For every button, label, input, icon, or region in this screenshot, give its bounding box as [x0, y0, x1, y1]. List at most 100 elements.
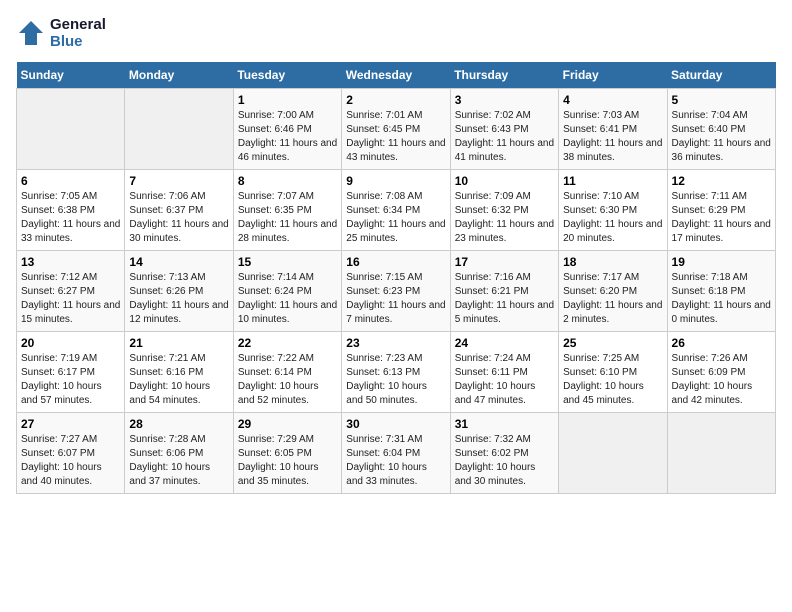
day-info: Sunrise: 7:22 AMSunset: 6:14 PMDaylight:…: [238, 352, 337, 408]
calendar-cell: 13 Sunrise: 7:12 AMSunset: 6:27 PMDayligh…: [17, 251, 125, 332]
calendar-cell: 2 Sunrise: 7:01 AMSunset: 6:45 PMDaylight…: [342, 89, 450, 170]
day-info: Sunrise: 7:07 AMSunset: 6:35 PMDaylight:…: [238, 190, 337, 246]
day-number: 15: [238, 255, 337, 269]
calendar-cell: 31 Sunrise: 7:32 AMSunset: 6:02 PMDayligh…: [450, 413, 558, 494]
day-info: Sunrise: 7:04 AMSunset: 6:40 PMDaylight:…: [672, 109, 771, 165]
day-number: 3: [455, 93, 554, 107]
calendar-table: SundayMondayTuesdayWednesdayThursdayFrid…: [16, 62, 776, 494]
day-info: Sunrise: 7:27 AMSunset: 6:07 PMDaylight:…: [21, 433, 120, 489]
day-info: Sunrise: 7:03 AMSunset: 6:41 PMDaylight:…: [563, 109, 662, 165]
calendar-cell: 18 Sunrise: 7:17 AMSunset: 6:20 PMDayligh…: [559, 251, 667, 332]
calendar-cell: 25 Sunrise: 7:25 AMSunset: 6:10 PMDayligh…: [559, 332, 667, 413]
day-number: 6: [21, 174, 120, 188]
header: General Blue: [16, 16, 776, 50]
day-number: 30: [346, 417, 445, 431]
calendar-cell: 19 Sunrise: 7:18 AMSunset: 6:18 PMDayligh…: [667, 251, 775, 332]
day-info: Sunrise: 7:13 AMSunset: 6:26 PMDaylight:…: [129, 271, 228, 327]
day-info: Sunrise: 7:08 AMSunset: 6:34 PMDaylight:…: [346, 190, 445, 246]
day-info: Sunrise: 7:14 AMSunset: 6:24 PMDaylight:…: [238, 271, 337, 327]
weekday-header-friday: Friday: [559, 62, 667, 89]
calendar-cell: 16 Sunrise: 7:15 AMSunset: 6:23 PMDayligh…: [342, 251, 450, 332]
day-number: 19: [672, 255, 771, 269]
calendar-cell: [667, 413, 775, 494]
day-info: Sunrise: 7:19 AMSunset: 6:17 PMDaylight:…: [21, 352, 120, 408]
calendar-cell: 10 Sunrise: 7:09 AMSunset: 6:32 PMDayligh…: [450, 170, 558, 251]
day-number: 10: [455, 174, 554, 188]
day-info: Sunrise: 7:10 AMSunset: 6:30 PMDaylight:…: [563, 190, 662, 246]
day-number: 2: [346, 93, 445, 107]
calendar-cell: 15 Sunrise: 7:14 AMSunset: 6:24 PMDayligh…: [233, 251, 341, 332]
calendar-cell: 24 Sunrise: 7:24 AMSunset: 6:11 PMDayligh…: [450, 332, 558, 413]
day-info: Sunrise: 7:18 AMSunset: 6:18 PMDaylight:…: [672, 271, 771, 327]
day-info: Sunrise: 7:17 AMSunset: 6:20 PMDaylight:…: [563, 271, 662, 327]
calendar-cell: 20 Sunrise: 7:19 AMSunset: 6:17 PMDayligh…: [17, 332, 125, 413]
day-number: 20: [21, 336, 120, 350]
calendar-cell: 23Sunrise: 7:23 AMSunset: 6:13 PMDayligh…: [342, 332, 450, 413]
logo-text: General Blue: [50, 16, 106, 50]
day-info: Sunrise: 7:21 AMSunset: 6:16 PMDaylight:…: [129, 352, 228, 408]
day-number: 22: [238, 336, 337, 350]
day-number: 7: [129, 174, 228, 188]
weekday-header-saturday: Saturday: [667, 62, 775, 89]
calendar-cell: 8 Sunrise: 7:07 AMSunset: 6:35 PMDaylight…: [233, 170, 341, 251]
day-info: Sunrise: 7:09 AMSunset: 6:32 PMDaylight:…: [455, 190, 554, 246]
day-number: 12: [672, 174, 771, 188]
calendar-cell: 1Sunrise: 7:00 AMSunset: 6:46 PMDaylight…: [233, 89, 341, 170]
day-info: Sunrise: 7:31 AMSunset: 6:04 PMDaylight:…: [346, 433, 445, 489]
day-info: Sunrise: 7:11 AMSunset: 6:29 PMDaylight:…: [672, 190, 771, 246]
day-number: 28: [129, 417, 228, 431]
day-number: 16: [346, 255, 445, 269]
weekday-header-thursday: Thursday: [450, 62, 558, 89]
day-number: 26: [672, 336, 771, 350]
calendar-cell: [17, 89, 125, 170]
day-info: Sunrise: 7:12 AMSunset: 6:27 PMDaylight:…: [21, 271, 120, 327]
day-info: Sunrise: 7:15 AMSunset: 6:23 PMDaylight:…: [346, 271, 445, 327]
day-info: Sunrise: 7:06 AMSunset: 6:37 PMDaylight:…: [129, 190, 228, 246]
day-number: 27: [21, 417, 120, 431]
day-info: Sunrise: 7:25 AMSunset: 6:10 PMDaylight:…: [563, 352, 662, 408]
logo: General Blue: [16, 16, 106, 50]
weekday-header-tuesday: Tuesday: [233, 62, 341, 89]
day-number: 25: [563, 336, 662, 350]
day-number: 21: [129, 336, 228, 350]
day-info: Sunrise: 7:16 AMSunset: 6:21 PMDaylight:…: [455, 271, 554, 327]
calendar-cell: 26 Sunrise: 7:26 AMSunset: 6:09 PMDayligh…: [667, 332, 775, 413]
calendar-cell: 5 Sunrise: 7:04 AMSunset: 6:40 PMDaylight…: [667, 89, 775, 170]
calendar-cell: 12 Sunrise: 7:11 AMSunset: 6:29 PMDayligh…: [667, 170, 775, 251]
day-info: Sunrise: 7:28 AMSunset: 6:06 PMDaylight:…: [129, 433, 228, 489]
calendar-cell: 27 Sunrise: 7:27 AMSunset: 6:07 PMDayligh…: [17, 413, 125, 494]
day-info: Sunrise: 7:29 AMSunset: 6:05 PMDaylight:…: [238, 433, 337, 489]
day-number: 4: [563, 93, 662, 107]
day-info: Sunrise: 7:24 AMSunset: 6:11 PMDaylight:…: [455, 352, 554, 408]
day-number: 31: [455, 417, 554, 431]
weekday-header-sunday: Sunday: [17, 62, 125, 89]
calendar-cell: [559, 413, 667, 494]
calendar-cell: 29 Sunrise: 7:29 AMSunset: 6:05 PMDayligh…: [233, 413, 341, 494]
calendar-cell: 3 Sunrise: 7:02 AMSunset: 6:43 PMDaylight…: [450, 89, 558, 170]
calendar-cell: 9Sunrise: 7:08 AMSunset: 6:34 PMDaylight…: [342, 170, 450, 251]
day-number: 18: [563, 255, 662, 269]
day-info: Sunrise: 7:02 AMSunset: 6:43 PMDaylight:…: [455, 109, 554, 165]
logo-icon: [16, 18, 46, 48]
calendar-cell: 28 Sunrise: 7:28 AMSunset: 6:06 PMDayligh…: [125, 413, 233, 494]
weekday-header-monday: Monday: [125, 62, 233, 89]
calendar-cell: 14 Sunrise: 7:13 AMSunset: 6:26 PMDayligh…: [125, 251, 233, 332]
day-info: Sunrise: 7:05 AMSunset: 6:38 PMDaylight:…: [21, 190, 120, 246]
calendar-cell: 7 Sunrise: 7:06 AMSunset: 6:37 PMDaylight…: [125, 170, 233, 251]
day-number: 5: [672, 93, 771, 107]
calendar-cell: 21 Sunrise: 7:21 AMSunset: 6:16 PMDayligh…: [125, 332, 233, 413]
calendar-cell: 30 Sunrise: 7:31 AMSunset: 6:04 PMDayligh…: [342, 413, 450, 494]
day-number: 24: [455, 336, 554, 350]
calendar-cell: 17Sunrise: 7:16 AMSunset: 6:21 PMDayligh…: [450, 251, 558, 332]
calendar-cell: [125, 89, 233, 170]
day-info: Sunrise: 7:26 AMSunset: 6:09 PMDaylight:…: [672, 352, 771, 408]
day-info: Sunrise: 7:23 AMSunset: 6:13 PMDaylight:…: [346, 352, 445, 408]
day-number: 14: [129, 255, 228, 269]
weekday-header-wednesday: Wednesday: [342, 62, 450, 89]
day-number: 29: [238, 417, 337, 431]
day-info: Sunrise: 7:01 AMSunset: 6:45 PMDaylight:…: [346, 109, 445, 165]
day-info: Sunrise: 7:32 AMSunset: 6:02 PMDaylight:…: [455, 433, 554, 489]
day-info: Sunrise: 7:00 AMSunset: 6:46 PMDaylight:…: [238, 109, 337, 165]
day-number: 8: [238, 174, 337, 188]
day-number: 13: [21, 255, 120, 269]
